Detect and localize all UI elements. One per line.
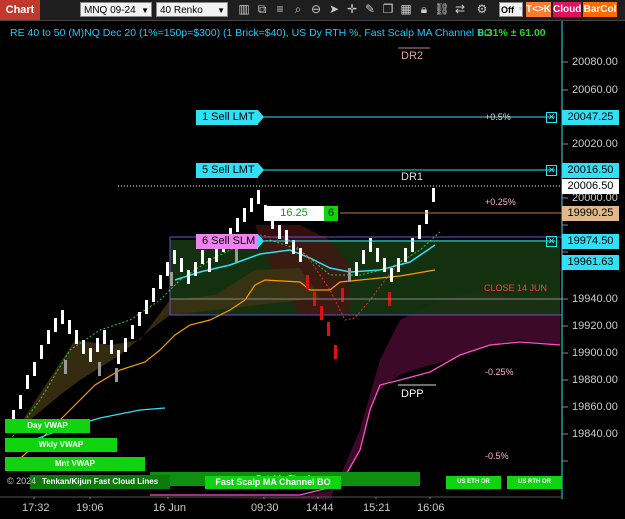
layers-icon[interactable]: ⧉: [254, 2, 270, 17]
plus-half-percent-label: +0.5%: [485, 112, 511, 122]
price-tag-ma: 19961.63: [562, 255, 619, 270]
lower-fill: [15, 268, 320, 432]
sell-stop-order-6[interactable]: 6 Sell SLM: [196, 234, 264, 249]
pencil-icon[interactable]: ✎: [362, 2, 378, 17]
dr1-label: DR1: [401, 171, 424, 183]
copy-icon[interactable]: ❐: [380, 2, 396, 17]
settings-icon[interactable]: ⚙: [474, 2, 490, 17]
us-eth-or-label[interactable]: US ETH OR: [446, 476, 501, 489]
period-label: 40 Renko: [160, 5, 203, 16]
zoom-out-icon[interactable]: ⊖: [308, 2, 324, 17]
us-rth-or-label[interactable]: US RTH OR: [507, 476, 562, 489]
chart-canvas: [0, 21, 568, 499]
position-qty[interactable]: 6: [324, 206, 338, 221]
chevron-down-icon: ▼: [141, 6, 149, 15]
price-tick: 19860.00: [572, 401, 618, 413]
dr2-label: DR2: [401, 50, 424, 62]
time-tick: 14:44: [306, 502, 334, 514]
price-tag-stop: 19974.50: [562, 234, 619, 249]
kijun-lines-label[interactable]: Tenkan/Kijun Fast Cloud Lines: [30, 475, 170, 489]
mnt-vwap-label[interactable]: Mnt VWAP: [5, 457, 145, 471]
price-tick: 19900.00: [572, 347, 618, 359]
last-price-tag: 20006.50: [562, 179, 619, 194]
chart-tab[interactable]: Chart: [0, 0, 40, 20]
sell-limit-order-5[interactable]: 5 Sell LMT: [196, 163, 264, 178]
cancel-order-icon[interactable]: ✕: [546, 165, 557, 176]
chevron-down-icon[interactable]: ▼: [517, 2, 525, 17]
sell-limit-order-1[interactable]: 1 Sell LMT: [196, 110, 264, 125]
search-icon[interactable]: ⌕: [290, 2, 306, 17]
price-tick: 19940.00: [572, 293, 618, 305]
chart-plot-area[interactable]: [0, 21, 625, 499]
time-tick: 09:30: [251, 502, 279, 514]
list-icon[interactable]: ≡: [272, 2, 288, 17]
magenta-cloud: [218, 290, 560, 499]
day-vwap-label[interactable]: Day VWAP: [5, 419, 90, 433]
price-tick: 19840.00: [572, 428, 618, 440]
crosshair-icon[interactable]: ✛: [344, 2, 360, 17]
cancel-order-icon[interactable]: ✕: [546, 236, 557, 247]
link-icon[interactable]: ⛓: [434, 2, 450, 17]
period-selector[interactable]: 40 Renko ▼: [156, 2, 228, 17]
minus-quarter-percent-label: -0.25%: [485, 367, 514, 377]
minus-half-percent-label: -0.5%: [485, 451, 509, 461]
cancel-order-icon[interactable]: ✕: [546, 112, 557, 123]
time-tick: 16:06: [417, 502, 445, 514]
instrument-selector[interactable]: MNQ 09-24 ▼: [80, 2, 152, 17]
time-tick: 16 Jun: [153, 502, 187, 514]
instrument-label: MNQ 09-24: [84, 5, 136, 16]
barcol-button[interactable]: BarCol: [583, 2, 617, 17]
close-label: CLOSE 14 JUN: [484, 283, 548, 293]
copyright-text: © 2024: [7, 476, 37, 486]
price-tick: 19920.00: [572, 320, 618, 332]
tk-button[interactable]: T<>K: [526, 2, 551, 17]
compare-icon[interactable]: ⇄: [452, 2, 468, 17]
dpp-label: DPP: [401, 388, 424, 400]
time-tick: 17:32: [22, 502, 50, 514]
position-pnl[interactable]: 16.25: [264, 206, 324, 221]
lock-icon[interactable]: 🔒︎: [416, 2, 432, 17]
grid-icon[interactable]: ▦: [398, 2, 414, 17]
pnl-readout: 0.31% ± 61.00: [478, 27, 546, 39]
wkly-vwap-label[interactable]: Wkly VWAP: [5, 438, 117, 452]
price-tag-order-1: 20047.25: [562, 110, 619, 125]
time-tick: 15:21: [363, 502, 391, 514]
price-tag-order-2: 20016.50: [562, 163, 619, 178]
price-tick: 20080.00: [572, 56, 618, 68]
chart-caption: RE 40 to 50 (M)NQ Dec 20 (1%=150p=$300) …: [10, 27, 493, 39]
time-tick: 19:06: [76, 502, 104, 514]
pointer-icon[interactable]: ➤: [326, 2, 342, 17]
price-tick: 19880.00: [572, 374, 618, 386]
fast-scalp-label[interactable]: Fast Scalp MA Channel BO: [205, 476, 341, 489]
cloud-button[interactable]: Cloud: [553, 2, 581, 17]
bars-icon[interactable]: ▥: [236, 2, 252, 17]
price-tick: 20060.00: [572, 84, 618, 96]
price-tick: 20020.00: [572, 138, 618, 150]
chart-toolbar: Chart MNQ 09-24 ▼ 40 Renko ▼ ▥ ⧉ ≡ ⌕ ⊖ ➤…: [0, 0, 625, 21]
plus-quarter-percent-label: +0.25%: [485, 197, 516, 207]
chevron-down-icon: ▼: [217, 6, 225, 15]
position-price-tag: 19990.25: [562, 206, 619, 221]
